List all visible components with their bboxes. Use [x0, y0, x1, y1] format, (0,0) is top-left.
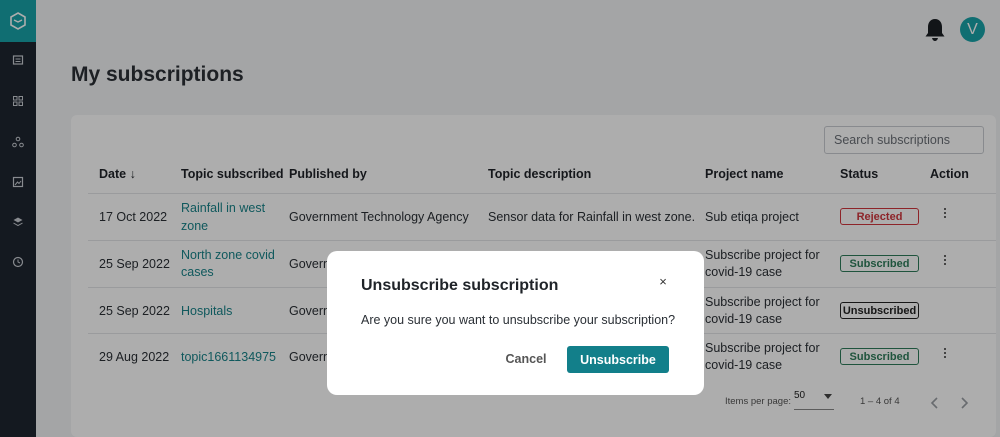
dialog-title: Unsubscribe subscription [361, 277, 559, 294]
unsubscribe-button[interactable]: Unsubscribe [567, 346, 669, 373]
cancel-button[interactable]: Cancel [495, 345, 557, 372]
close-icon[interactable]: × [656, 274, 670, 289]
unsubscribe-dialog: Unsubscribe subscription × Are you sure … [327, 251, 704, 395]
dialog-message: Are you sure you want to unsubscribe you… [361, 313, 676, 327]
